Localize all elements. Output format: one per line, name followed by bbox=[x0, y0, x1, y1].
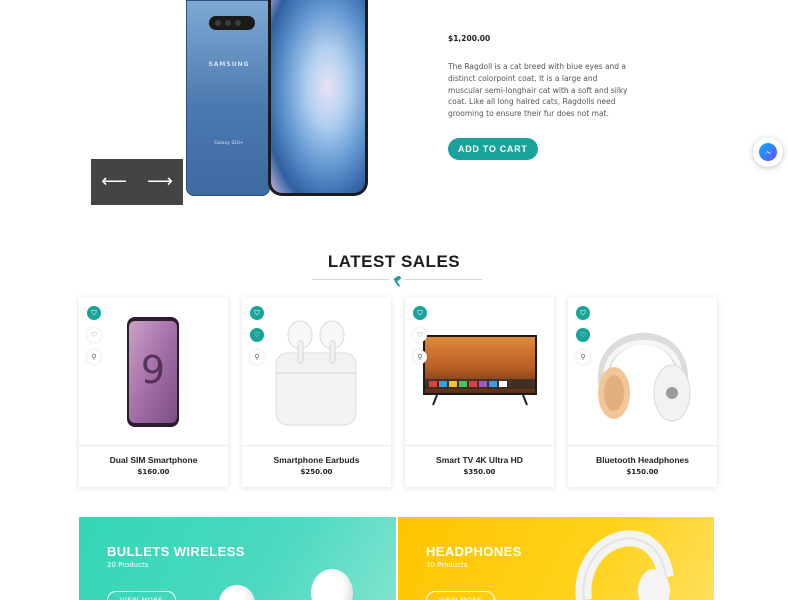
wishlist-heart-icon[interactable]: ♡ bbox=[250, 328, 264, 342]
quick-view-search-icon[interactable]: ⚲ bbox=[576, 350, 590, 364]
wishlist-heart-icon[interactable]: ♡ bbox=[87, 328, 101, 342]
title-divider-right bbox=[405, 279, 482, 280]
product-image-earbuds bbox=[242, 297, 391, 445]
product-name[interactable]: Smart TV 4K Ultra HD bbox=[405, 455, 554, 465]
product-card[interactable]: ⛉ ♡ ⚲ Smart TV 4K Ultra HD $350.00 bbox=[405, 297, 554, 487]
view-more-button[interactable]: VIEW MORE bbox=[426, 591, 495, 600]
quick-view-search-icon[interactable]: ⚲ bbox=[250, 350, 264, 364]
wishlist-heart-icon[interactable]: ♡ bbox=[576, 328, 590, 342]
messenger-chat-button[interactable] bbox=[753, 137, 783, 167]
product-image-smartphone: 9 bbox=[79, 297, 228, 445]
quick-view-search-icon[interactable]: ⚲ bbox=[413, 350, 427, 364]
slider-prev-arrow-icon[interactable]: ⟵ bbox=[101, 173, 127, 191]
hero-info: $1,200.00 The Ragdoll is a cat breed wit… bbox=[448, 34, 628, 160]
add-to-cart-icon[interactable]: ⛉ bbox=[250, 306, 264, 320]
slider-nav: ⟵ ⟶ bbox=[91, 159, 183, 205]
product-name[interactable]: Smartphone Earbuds bbox=[242, 455, 391, 465]
title-divider-left bbox=[312, 279, 389, 280]
headphones-image bbox=[575, 530, 674, 600]
add-to-cart-button[interactable]: ADD TO CART bbox=[448, 137, 538, 160]
product-price: $350.00 bbox=[463, 468, 496, 476]
product-grid: 9 ⛉ ♡ ⚲ Dual SIM Smartphone $160.00 ⛉ ♡ bbox=[79, 297, 717, 487]
product-image-tv bbox=[405, 297, 554, 445]
product-name[interactable]: Bluetooth Headphones bbox=[568, 455, 717, 465]
quick-view-search-icon[interactable]: ⚲ bbox=[87, 350, 101, 364]
banner-title: BULLETS WIRELESS bbox=[107, 544, 245, 559]
banner-product-count: 20 Products bbox=[107, 561, 149, 569]
banner-product-count: 30 Products bbox=[426, 561, 468, 569]
section-title: LATEST SALES bbox=[327, 252, 461, 271]
slider-next-arrow-icon[interactable]: ⟶ bbox=[147, 173, 173, 191]
product-price: $250.00 bbox=[300, 468, 333, 476]
product-card[interactable]: ⛉ ♡ ⚲ Bluetooth Headphones $150.00 bbox=[568, 297, 717, 487]
add-to-cart-icon[interactable]: ⛉ bbox=[87, 306, 101, 320]
phone-screen bbox=[268, 0, 368, 196]
messenger-icon bbox=[759, 143, 777, 161]
product-price: $150.00 bbox=[626, 468, 659, 476]
product-card[interactable]: ⛉ ♡ ⚲ Smartphone Earbuds $250.00 bbox=[242, 297, 391, 487]
product-card[interactable]: 9 ⛉ ♡ ⚲ Dual SIM Smartphone $160.00 bbox=[79, 297, 228, 487]
phone-back: SAMSUNG Galaxy S10+ bbox=[186, 0, 270, 196]
product-image-headphones bbox=[568, 297, 717, 445]
hero-product-image: SAMSUNG Galaxy S10+ bbox=[186, 0, 368, 198]
product-price: $160.00 bbox=[137, 468, 170, 476]
svg-text:9: 9 bbox=[141, 348, 165, 392]
banner-title: HEADPHONES bbox=[426, 544, 522, 559]
view-more-button[interactable]: VIEW MORE bbox=[107, 591, 176, 600]
hammer-icon bbox=[391, 273, 403, 287]
add-to-cart-icon[interactable]: ⛉ bbox=[413, 306, 427, 320]
earbud-image bbox=[311, 569, 353, 600]
wishlist-heart-icon[interactable]: ♡ bbox=[413, 328, 427, 342]
banner-headphones[interactable]: HEADPHONES 30 Products VIEW MORE bbox=[398, 517, 714, 600]
hero-price: $1,200.00 bbox=[448, 34, 491, 43]
earbud-image bbox=[219, 585, 255, 600]
phone-model-text: Galaxy S10+ bbox=[214, 141, 244, 146]
phone-brand-text: SAMSUNG bbox=[208, 61, 250, 68]
banner-bullets-wireless[interactable]: BULLETS WIRELESS 20 Products VIEW MORE bbox=[79, 517, 396, 600]
product-name[interactable]: Dual SIM Smartphone bbox=[79, 455, 228, 465]
hero-description: The Ragdoll is a cat breed with blue eye… bbox=[448, 62, 628, 119]
camera-module bbox=[209, 16, 255, 30]
add-to-cart-icon[interactable]: ⛉ bbox=[576, 306, 590, 320]
